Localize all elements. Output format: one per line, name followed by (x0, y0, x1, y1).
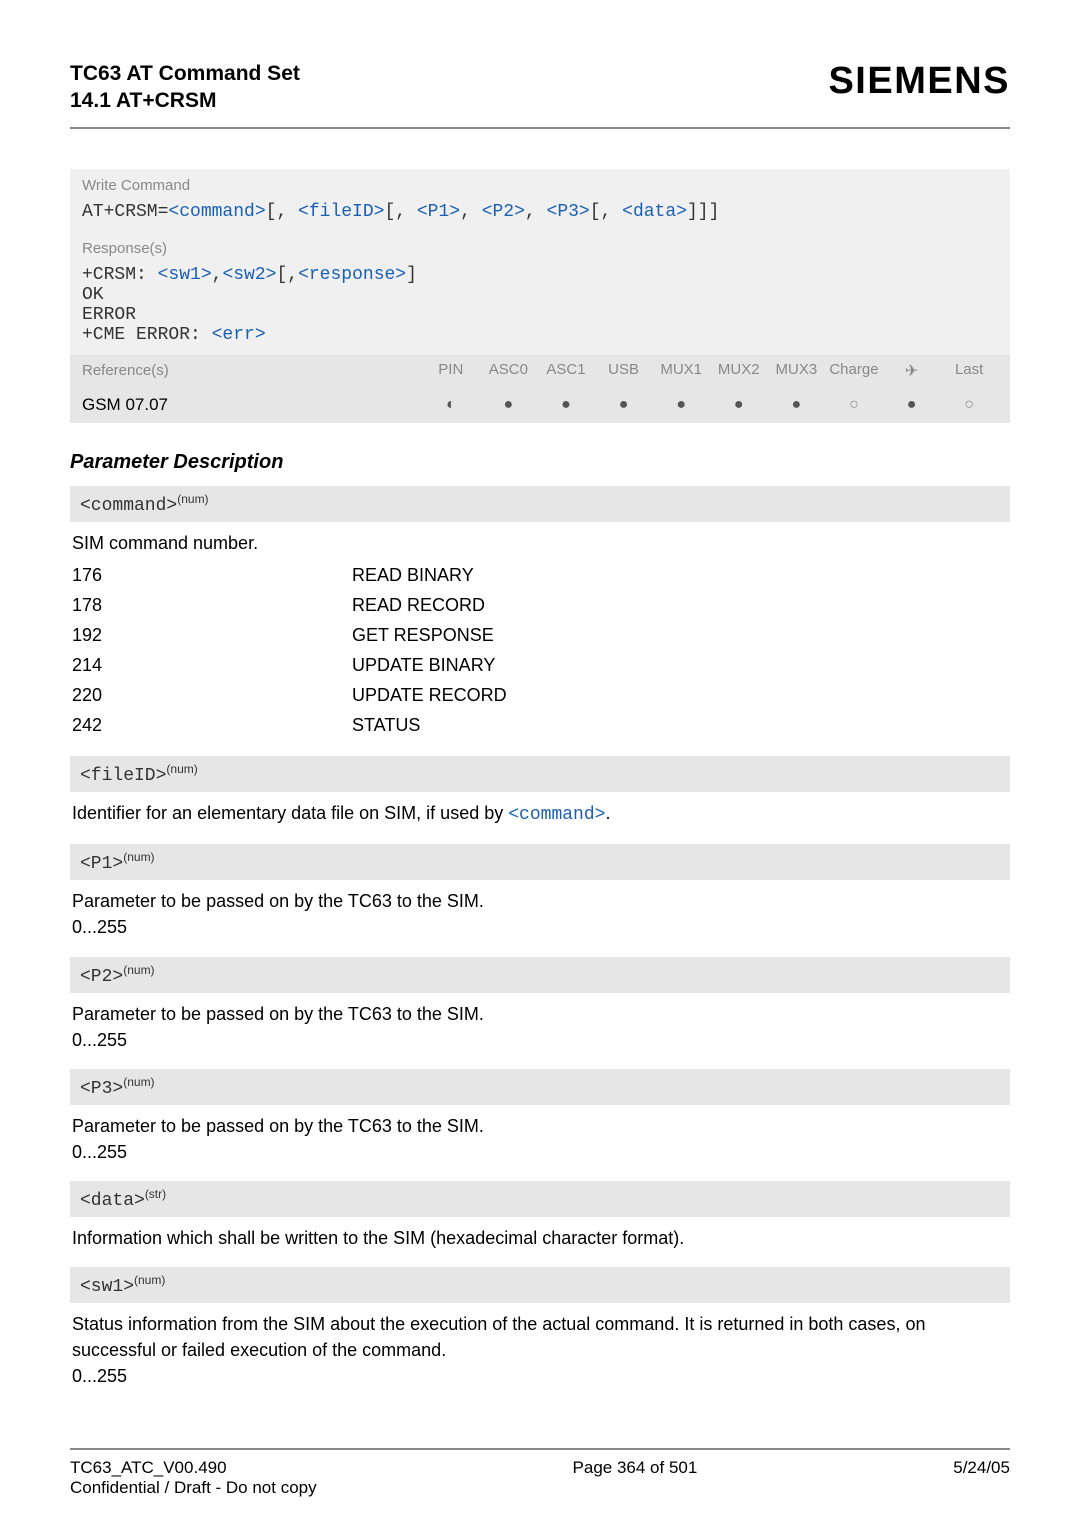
param-head-fileid: <fileID>(num) (70, 756, 1010, 792)
p1-range: 0...255 (72, 914, 1008, 940)
reference-label: Reference(s) (82, 362, 422, 379)
resp-link-response[interactable]: <response> (298, 265, 406, 285)
write-command-syntax: AT+CRSM=<command>[, <fileID>[, <P1>, <P2… (70, 198, 1010, 232)
param-head-p1: <P1>(num) (70, 844, 1010, 880)
param-body-p2: Parameter to be passed on by the TC63 to… (70, 993, 1010, 1057)
footer-right: 5/24/05 (953, 1458, 1010, 1498)
reference-columns: PIN ASC0 ASC1 USB MUX1 MUX2 MUX3 Charge … (422, 361, 998, 381)
title-line2: 14.1 AT+CRSM (70, 87, 300, 114)
sw1-range: 0...255 (72, 1363, 1008, 1389)
param-body-p1: Parameter to be passed on by the TC63 to… (70, 880, 1010, 944)
table-row: 192GET RESPONSE (72, 620, 1008, 650)
param-body-command: SIM command number. 176READ BINARY 178RE… (70, 522, 1010, 745)
link-command-inline[interactable]: <command> (508, 805, 605, 825)
param-body-p3: Parameter to be passed on by the TC63 to… (70, 1105, 1010, 1169)
doc-title: TC63 AT Command Set 14.1 AT+CRSM (70, 60, 300, 115)
resp-link-sw1[interactable]: <sw1> (158, 265, 212, 285)
footer-left: TC63_ATC_V00.490 Confidential / Draft - … (70, 1458, 317, 1498)
param-head-p2: <P2>(num) (70, 957, 1010, 993)
param-body-data: Information which shall be written to th… (70, 1217, 1010, 1255)
param-link-data[interactable]: <data> (622, 202, 687, 222)
p2-range: 0...255 (72, 1027, 1008, 1053)
param-link-p1[interactable]: <P1> (417, 202, 460, 222)
table-row: 242STATUS (72, 710, 1008, 740)
reference-header-row: Reference(s) PIN ASC0 ASC1 USB MUX1 MUX2… (70, 355, 1010, 387)
param-head-p3: <P3>(num) (70, 1069, 1010, 1105)
table-row: 220UPDATE RECORD (72, 680, 1008, 710)
table-row: 214UPDATE BINARY (72, 650, 1008, 680)
brand-logo: SIEMENS (828, 60, 1010, 103)
param-link-p3[interactable]: <P3> (547, 202, 590, 222)
cmd-prefix: AT+CRSM= (82, 202, 168, 222)
title-line1: TC63 AT Command Set (70, 60, 300, 87)
param-desc-title: Parameter Description (70, 451, 1010, 474)
reference-dots: ◐ ● ● ● ● ● ● ○ ● ○ (422, 396, 998, 414)
param-link-command[interactable]: <command> (168, 202, 265, 222)
footer-center: Page 364 of 501 (573, 1458, 698, 1498)
airplane-icon: ✈ (883, 361, 941, 381)
param-body-sw1: Status information from the SIM about th… (70, 1303, 1010, 1393)
response-label: Response(s) (70, 232, 1010, 261)
param-head-sw1: <sw1>(num) (70, 1267, 1010, 1303)
param-link-p2[interactable]: <P2> (482, 202, 525, 222)
table-row: 178READ RECORD (72, 590, 1008, 620)
param-link-fileid[interactable]: <fileID> (298, 202, 384, 222)
p3-range: 0...255 (72, 1139, 1008, 1165)
param-command-desc: SIM command number. (72, 530, 1008, 556)
write-command-label: Write Command (70, 169, 1010, 198)
resp-error: ERROR (82, 305, 998, 325)
response-content: +CRSM: <sw1>,<sw2>[,<response>] OK ERROR… (70, 261, 1010, 355)
resp-link-sw2[interactable]: <sw2> (222, 265, 276, 285)
page-footer: TC63_ATC_V00.490 Confidential / Draft - … (70, 1448, 1010, 1498)
write-command-box: Write Command AT+CRSM=<command>[, <fileI… (70, 169, 1010, 355)
reference-value: GSM 07.07 (82, 395, 422, 415)
param-head-command: <command>(num) (70, 486, 1010, 522)
resp-link-err[interactable]: <err> (212, 325, 266, 345)
page-header: TC63 AT Command Set 14.1 AT+CRSM SIEMENS (70, 60, 1010, 129)
param-body-fileid: Identifier for an elementary data file o… (70, 792, 1010, 832)
resp-ok: OK (82, 285, 998, 305)
table-row: 176READ BINARY (72, 560, 1008, 590)
reference-data-row: GSM 07.07 ◐ ● ● ● ● ● ● ○ ● ○ (70, 387, 1010, 423)
param-head-data: <data>(str) (70, 1181, 1010, 1217)
command-table: 176READ BINARY 178READ RECORD 192GET RES… (72, 560, 1008, 741)
